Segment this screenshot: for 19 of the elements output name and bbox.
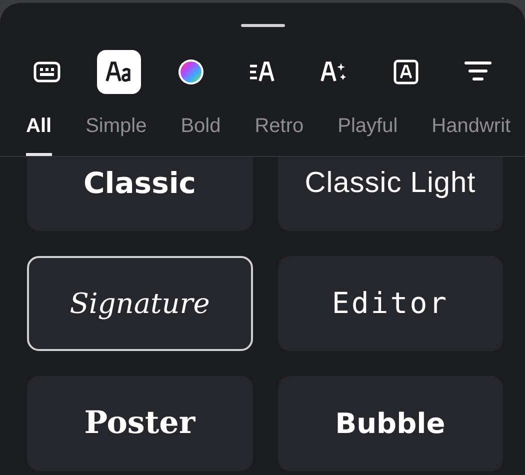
color-wheel-icon (176, 58, 205, 86)
font-style-card[interactable]: Signature (27, 256, 252, 351)
text-box-icon (392, 58, 420, 86)
keyboard-icon (33, 60, 61, 84)
font-style-card[interactable]: Bubble (278, 376, 503, 471)
font-style-card[interactable]: Classic Light (278, 157, 503, 231)
toolbar-button[interactable] (96, 50, 141, 94)
category-tab[interactable]: Retro (254, 111, 304, 156)
category-tab[interactable]: Handwrit (432, 111, 511, 156)
category-tab[interactable]: Playful (338, 111, 398, 156)
text-effect-icon (320, 60, 348, 84)
drag-handle[interactable] (240, 24, 284, 27)
font-style-card[interactable]: Poster (27, 376, 252, 471)
font-style-card[interactable]: Classic (27, 157, 252, 231)
font-style-card[interactable]: Editor (278, 256, 503, 351)
category-tab[interactable]: Simple (86, 111, 147, 156)
font-icon (104, 60, 133, 84)
text-align-icon (248, 60, 276, 84)
category-tab[interactable]: Bold (180, 111, 221, 156)
